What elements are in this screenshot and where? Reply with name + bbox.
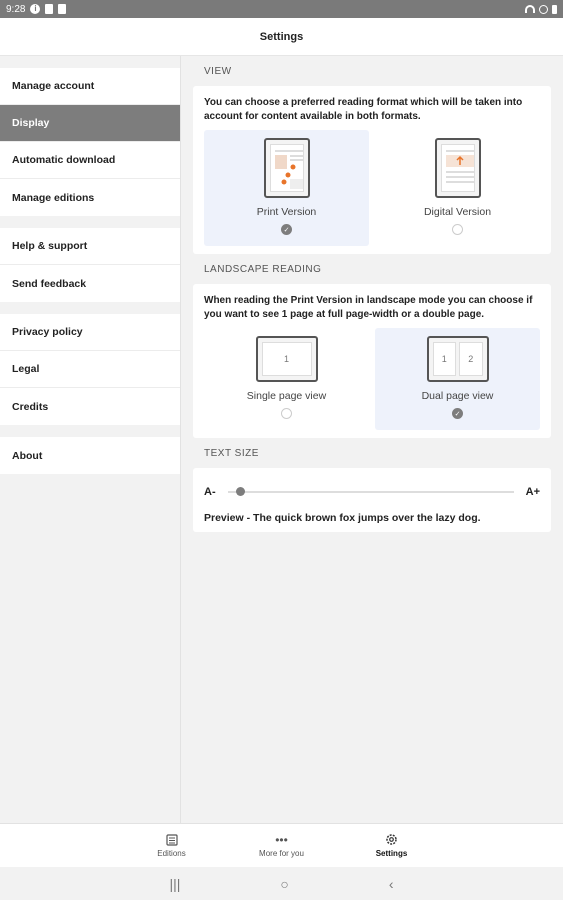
wifi-icon [525, 5, 535, 13]
sidebar-item-credits[interactable]: Credits [0, 388, 180, 425]
print-version-radio[interactable]: ✓ [281, 224, 292, 235]
bottom-navigation: Editions ••• More for you Settings [0, 823, 563, 867]
battery-icon [552, 4, 557, 14]
recents-icon[interactable]: ||| [169, 876, 180, 892]
nav-more-label: More for you [259, 848, 304, 858]
view-description: You can choose a preferred reading forma… [204, 97, 523, 122]
info-icon: i [30, 4, 41, 14]
more-icon: ••• [275, 832, 288, 847]
dual-page-number-1: 1 [432, 342, 456, 376]
nav-editions[interactable]: Editions [137, 824, 207, 867]
digital-version-radio[interactable] [452, 224, 463, 235]
landscape-description: When reading the Print Version in landsc… [204, 295, 533, 320]
sidebar-group-support: Help & support Send feedback [0, 228, 180, 302]
text-size-section-header: TEXT SIZE [204, 447, 259, 459]
digital-version-option[interactable]: Digital Version [375, 130, 540, 246]
sidebar-item-send-feedback[interactable]: Send feedback [0, 265, 180, 302]
nav-more-for-you[interactable]: ••• More for you [247, 824, 317, 867]
digital-version-icon [434, 138, 481, 198]
sidebar-item-legal[interactable]: Legal [0, 351, 180, 388]
print-version-label: Print Version [256, 206, 317, 218]
dual-page-number-2: 2 [459, 342, 483, 376]
display-settings-panel: VIEW You can choose a preferred reading … [181, 56, 563, 823]
text-size-increase-label[interactable]: A+ [526, 486, 540, 498]
text-size-decrease-label[interactable]: A- [204, 486, 216, 498]
sidebar-item-about[interactable]: About [0, 437, 180, 474]
sidebar-group-account: Manage account Display Automatic downloa… [0, 68, 180, 216]
print-version-option[interactable]: Print Version ✓ [204, 130, 369, 246]
nav-settings[interactable]: Settings [357, 824, 427, 867]
sidebar-item-manage-editions[interactable]: Manage editions [0, 179, 180, 216]
sidebar-item-display[interactable]: Display [0, 105, 180, 142]
editions-icon [165, 833, 179, 846]
dual-page-option[interactable]: 1 2 Dual page view ✓ [375, 328, 540, 430]
settings-gear-icon [385, 834, 399, 846]
single-page-icon: 1 [255, 336, 318, 382]
nav-editions-label: Editions [157, 848, 186, 858]
back-icon[interactable]: ‹ [389, 876, 394, 892]
sidebar-group-about: About [0, 437, 180, 474]
sim-icon [58, 4, 67, 14]
status-time: 9:28 [6, 3, 26, 15]
view-card: You can choose a preferred reading forma… [193, 86, 551, 254]
digital-version-label: Digital Version [423, 206, 492, 218]
page-title: Settings [259, 30, 304, 43]
sidebar-item-privacy-policy[interactable]: Privacy policy [0, 314, 180, 351]
dual-page-radio[interactable]: ✓ [452, 408, 463, 419]
print-version-icon [263, 138, 310, 198]
app-header: Settings [0, 18, 563, 56]
text-size-slider[interactable] [227, 487, 514, 496]
status-bar: 9:28 i [0, 0, 563, 18]
text-size-preview: Preview - The quick brown fox jumps over… [204, 512, 481, 524]
single-page-radio[interactable] [281, 408, 292, 419]
view-section-header: VIEW [204, 65, 232, 77]
system-navigation-bar: ||| ○ ‹ [0, 867, 563, 900]
sidebar-item-automatic-download[interactable]: Automatic download [0, 142, 180, 179]
sidebar-group-legal: Privacy policy Legal Credits [0, 314, 180, 425]
single-page-label: Single page view [246, 390, 327, 402]
sync-icon [539, 4, 548, 14]
dual-page-icon: 1 2 [426, 336, 489, 382]
sidebar-item-help-support[interactable]: Help & support [0, 228, 180, 265]
text-size-card: A- A+ Preview - The quick brown fox jump… [193, 468, 551, 532]
single-page-number: 1 [261, 342, 312, 376]
landscape-card: When reading the Print Version in landsc… [193, 284, 551, 438]
dual-page-label: Dual page view [421, 390, 494, 402]
settings-sidebar: Manage account Display Automatic downloa… [0, 56, 181, 823]
sidebar-item-manage-account[interactable]: Manage account [0, 68, 180, 105]
notification-icon [45, 4, 54, 14]
text-size-slider-handle[interactable] [235, 487, 245, 496]
landscape-section-header: LANDSCAPE READING [204, 263, 322, 275]
single-page-option[interactable]: 1 Single page view [204, 328, 369, 430]
nav-settings-label: Settings [375, 848, 408, 858]
home-icon[interactable]: ○ [280, 876, 288, 892]
